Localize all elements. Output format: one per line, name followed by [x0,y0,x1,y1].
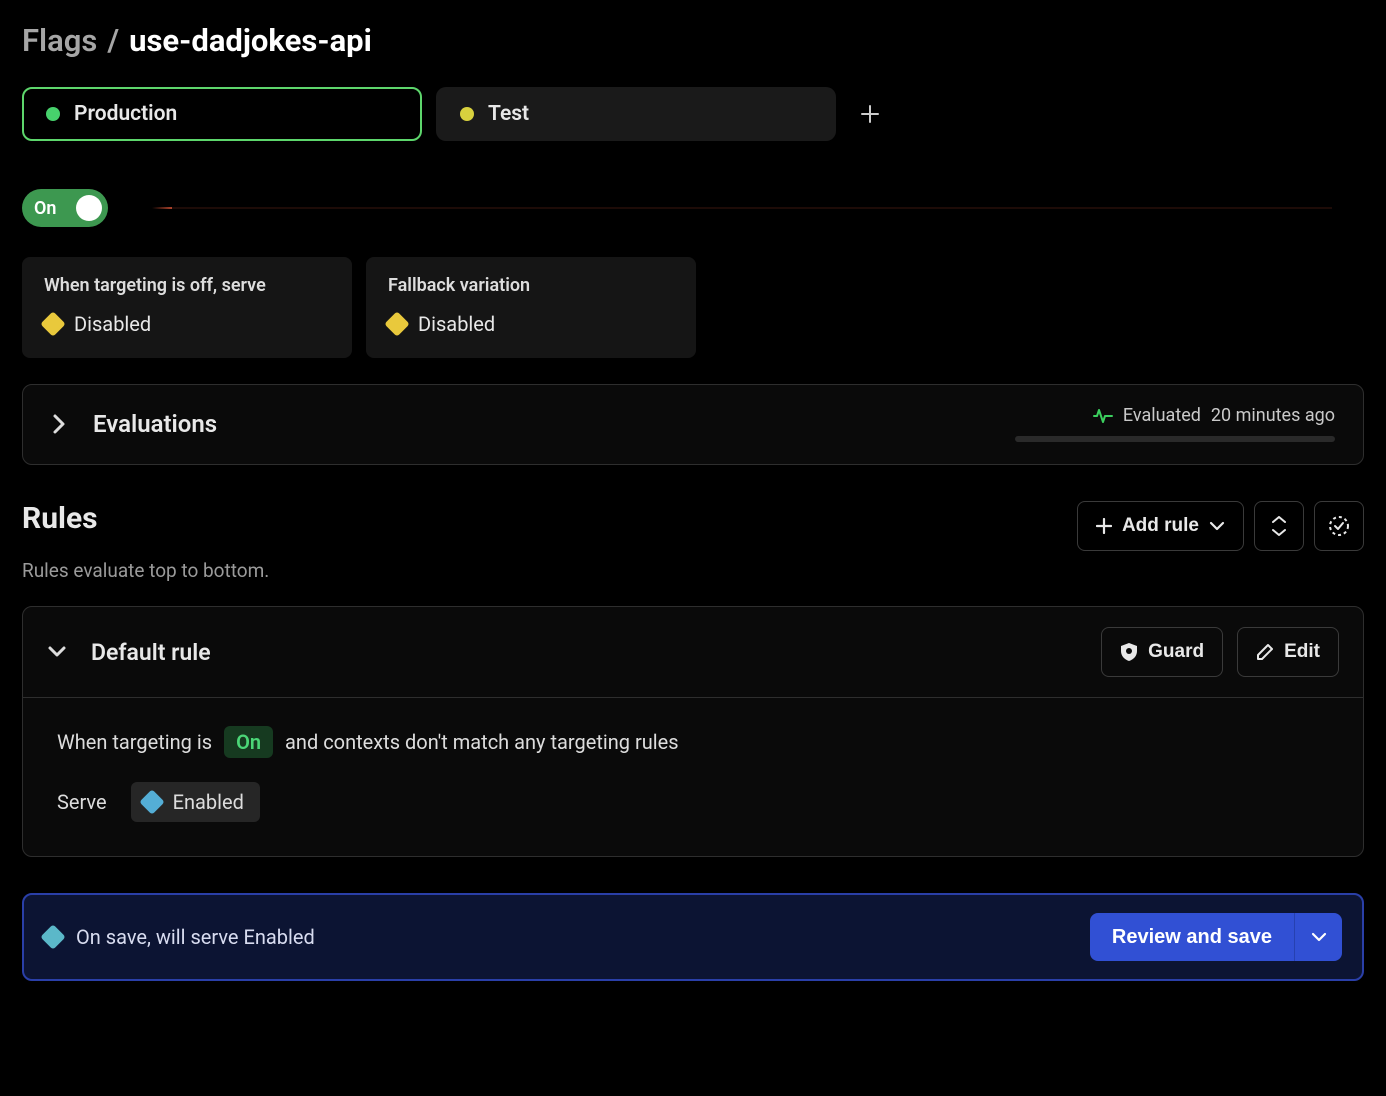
diamond-icon [139,789,164,814]
default-rule-panel: Default rule Guard Edit When targeting i… [22,606,1364,857]
chevron-down-icon[interactable] [47,645,67,659]
targeting-off-card[interactable]: When targeting is off, serve Disabled [22,257,352,358]
save-dropdown-button[interactable] [1294,913,1342,961]
status-dot-icon [46,107,60,121]
diamond-icon [384,311,409,336]
pencil-icon [1256,643,1274,661]
card-title: When targeting is off, serve [44,275,330,296]
add-rule-label: Add rule [1122,515,1199,537]
activity-icon [1093,408,1113,424]
rules-subtitle: Rules evaluate top to bottom. [22,559,1364,582]
rule-condition-line: When targeting is On and contexts don't … [57,726,1329,758]
edit-button[interactable]: Edit [1237,627,1339,677]
env-tab-label: Production [74,102,177,126]
targeting-state-pill: On [224,726,273,758]
toggle-label: On [28,198,56,219]
diamond-icon [40,924,65,949]
env-tab-production[interactable]: Production [22,87,422,141]
env-tab-label: Test [488,102,529,126]
save-message: On save, will serve Enabled [76,925,315,949]
breadcrumb-current: use-dadjokes-api [129,22,372,59]
collapse-rules-button[interactable] [1254,501,1304,551]
environment-tabs: Production Test [22,87,1364,141]
save-bar: On save, will serve Enabled Review and s… [22,893,1364,981]
reorder-icon [1328,515,1350,537]
edit-label: Edit [1284,641,1320,663]
chevron-down-icon [1311,931,1327,943]
chevron-down-icon [1209,520,1225,532]
fallback-variation-card[interactable]: Fallback variation Disabled [366,257,696,358]
diamond-icon [40,311,65,336]
evaluation-status-time: 20 minutes ago [1211,405,1335,426]
rule-line-suffix: and contexts don't match any targeting r… [285,730,679,754]
collapse-icon [1270,516,1288,536]
review-and-save-button[interactable]: Review and save [1090,913,1294,961]
guard-label: Guard [1148,641,1204,663]
serve-variation-chip[interactable]: Enabled [131,782,260,822]
targeting-toggle[interactable]: On [22,189,108,227]
reorder-rules-button[interactable] [1314,501,1364,551]
rules-title: Rules [22,501,98,536]
add-environment-button[interactable] [850,94,890,134]
rule-name: Default rule [91,639,211,666]
breadcrumb: Flags / use-dadjokes-api [22,22,1364,59]
status-dot-icon [460,107,474,121]
evaluation-bar [1015,436,1335,442]
chevron-right-icon [51,412,67,436]
evaluation-status-prefix: Evaluated [1123,405,1201,426]
serve-label: Serve [57,790,107,814]
card-title: Fallback variation [388,275,674,296]
rule-serve-line: Serve Enabled [57,782,1329,822]
shield-icon [1120,642,1138,662]
evaluations-panel[interactable]: Evaluations Evaluated 20 minutes ago [22,384,1364,465]
env-tab-test[interactable]: Test [436,87,836,141]
variation-value: Disabled [74,312,151,336]
evaluation-status: Evaluated 20 minutes ago [1093,405,1335,426]
breadcrumb-separator: / [107,22,119,59]
toggle-knob-icon [76,195,102,221]
variation-value: Disabled [418,312,495,336]
annotation-arrow-icon [152,207,1332,209]
rule-line-prefix: When targeting is [57,730,212,754]
evaluations-title: Evaluations [93,410,217,438]
add-rule-button[interactable]: Add rule [1077,501,1244,551]
plus-icon [860,104,880,124]
variation-cards: When targeting is off, serve Disabled Fa… [22,257,1364,358]
guard-button[interactable]: Guard [1101,627,1223,677]
plus-icon [1096,518,1112,534]
breadcrumb-parent[interactable]: Flags [22,22,97,59]
serve-variation-value: Enabled [173,790,244,814]
